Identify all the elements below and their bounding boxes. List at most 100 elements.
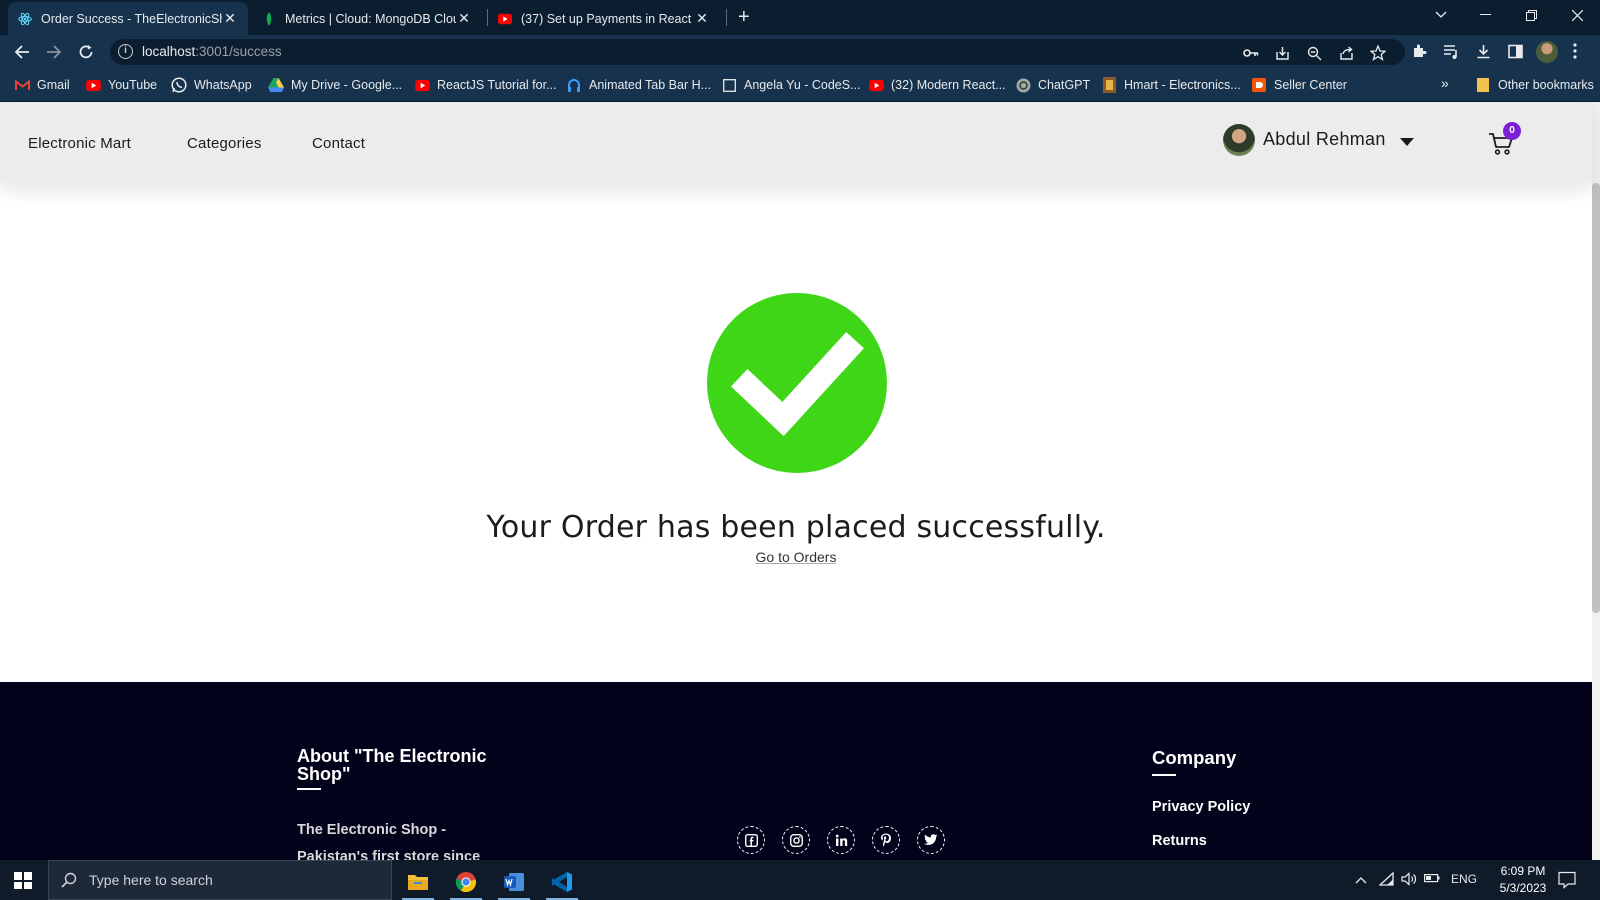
nav-contact[interactable]: Contact: [312, 135, 365, 152]
bookmark-chatgpt[interactable]: ChatGPT: [1015, 77, 1090, 93]
tab-order-success[interactable]: Order Success - TheElectronicShop ✕: [8, 2, 248, 35]
volume-icon[interactable]: [1401, 872, 1417, 889]
bookmark-label: Angela Yu - CodeS...: [744, 78, 861, 92]
extensions-icon[interactable]: [1410, 42, 1428, 60]
bookmark-youtube[interactable]: YouTube: [85, 77, 157, 93]
go-to-orders-link: Go to Orders: [0, 549, 1592, 565]
caret-down-icon[interactable]: [1400, 138, 1414, 146]
restore-icon[interactable]: [1508, 0, 1554, 30]
site-info-icon[interactable]: i: [118, 44, 133, 59]
close-tab-icon[interactable]: ✕: [222, 10, 238, 27]
media-queue-icon[interactable]: [1442, 42, 1460, 60]
tab-title: (37) Set up Payments in React js with St…: [521, 11, 694, 26]
linkedin-icon[interactable]: [827, 826, 855, 854]
order-success-message: Your Order has been placed successfully.: [486, 510, 1106, 545]
reload-icon[interactable]: [76, 42, 96, 62]
system-clock[interactable]: 6:09 PM 5/3/2023: [1493, 863, 1553, 897]
bookmark-label: Other bookmarks: [1498, 78, 1594, 92]
footer-link-privacy-policy[interactable]: Privacy Policy: [1152, 799, 1250, 815]
gmail-icon: [14, 77, 30, 93]
bookmark-modern-react[interactable]: (32) Modern React...: [868, 77, 1006, 93]
url-path: :3001/success: [195, 44, 282, 59]
side-panel-icon[interactable]: [1506, 42, 1524, 60]
new-tab-button[interactable]: +: [738, 6, 750, 29]
page-scrollbar-thumb[interactable]: [1592, 183, 1600, 613]
search-placeholder: Type here to search: [89, 872, 213, 888]
bookmark-seller-center[interactable]: Seller Center: [1251, 77, 1347, 93]
tab-title: Order Success - TheElectronicShop: [41, 11, 222, 26]
google-drive-icon: [268, 77, 284, 93]
chevron-up-icon[interactable]: [1355, 873, 1367, 887]
close-tab-icon[interactable]: ✕: [456, 10, 472, 27]
vscode-icon[interactable]: [542, 864, 582, 900]
bookmark-gmail[interactable]: Gmail: [14, 77, 70, 93]
key-icon[interactable]: [1243, 45, 1259, 61]
youtube-icon: [85, 77, 101, 93]
youtube-icon: [868, 77, 884, 93]
bookmark-label: ChatGPT: [1038, 78, 1091, 92]
footer-link-returns[interactable]: Returns: [1152, 833, 1207, 849]
hmart-icon: [1101, 77, 1117, 93]
site-footer: About "The Electronic Shop" The Electron…: [0, 682, 1592, 860]
downloads-icon[interactable]: [1474, 42, 1492, 60]
windows-start-icon[interactable]: [14, 872, 32, 889]
go-to-orders-link-text[interactable]: Go to Orders: [756, 549, 837, 565]
success-check-icon: [707, 293, 887, 473]
share-icon[interactable]: [1338, 45, 1354, 61]
close-window-icon[interactable]: [1554, 0, 1600, 30]
bookmark-star-icon[interactable]: [1370, 45, 1386, 61]
wifi-icon[interactable]: [1378, 871, 1394, 889]
taskbar-search-box[interactable]: Type here to search: [48, 860, 392, 900]
windows-taskbar: Type here to search ENG 6:09 PM 5/3/2023: [0, 860, 1600, 900]
browser-menu-icon[interactable]: [1566, 42, 1584, 60]
folder-icon: [1475, 77, 1491, 93]
bookmark-angela-yu[interactable]: Angela Yu - CodeS...: [721, 77, 861, 93]
tab-mongodb-metrics[interactable]: Metrics | Cloud: MongoDB Cloud ✕: [252, 2, 482, 35]
install-app-icon[interactable]: [1274, 45, 1290, 61]
bookmark-label: My Drive - Google...: [291, 78, 403, 92]
instagram-icon[interactable]: [782, 826, 810, 854]
bookmarks-bar: Gmail YouTube WhatsApp My Drive - Google…: [0, 69, 1600, 102]
language-indicator[interactable]: ENG: [1451, 872, 1477, 886]
bookmark-reactjs-tutorial[interactable]: ReactJS Tutorial for...: [414, 77, 557, 93]
openai-icon: [1015, 77, 1031, 93]
bookmark-animated-tab-bar[interactable]: Animated Tab Bar H...: [566, 77, 711, 93]
bookmark-google-drive[interactable]: My Drive - Google...: [268, 77, 402, 93]
minimize-icon[interactable]: [1462, 0, 1508, 30]
twitter-icon[interactable]: [917, 826, 945, 854]
close-tab-icon[interactable]: ✕: [694, 10, 710, 27]
bookmark-whatsapp[interactable]: WhatsApp: [171, 77, 252, 93]
company-title-underline: [1152, 774, 1176, 776]
back-icon[interactable]: [12, 42, 32, 62]
browser-toolbar: i localhost:3001/success: [0, 35, 1600, 69]
react-icon: [18, 12, 32, 26]
clock-date: 5/3/2023: [1499, 881, 1547, 895]
footer-about-text: The Electronic Shop - Pakistan's first s…: [297, 822, 481, 860]
url-host: localhost: [142, 44, 196, 59]
url-text: localhost:3001/success: [142, 44, 282, 59]
browser-profile-avatar[interactable]: [1536, 41, 1558, 63]
user-name[interactable]: Abdul Rehman: [1263, 129, 1386, 150]
chrome-icon[interactable]: [446, 864, 486, 900]
clock-time: 6:09 PM: [1500, 864, 1546, 878]
bookmark-hmart[interactable]: Hmart - Electronics...: [1101, 77, 1241, 93]
footer-company-title: Company: [1152, 747, 1237, 768]
zoom-icon[interactable]: [1306, 45, 1322, 61]
user-avatar[interactable]: [1223, 124, 1255, 156]
tab-search-icon[interactable]: [1418, 0, 1464, 30]
search-icon: [61, 872, 77, 888]
other-bookmarks-folder[interactable]: Other bookmarks: [1475, 77, 1594, 93]
facebook-icon[interactable]: [737, 826, 765, 854]
nav-electronic-mart[interactable]: Electronic Mart: [28, 135, 131, 152]
address-bar[interactable]: i localhost:3001/success: [110, 39, 1405, 65]
file-explorer-icon[interactable]: [398, 864, 438, 900]
pinterest-icon[interactable]: [872, 826, 900, 854]
forward-icon[interactable]: [44, 42, 64, 62]
word-icon[interactable]: [494, 864, 534, 900]
headphones-icon: [566, 77, 582, 93]
battery-icon[interactable]: [1424, 872, 1440, 887]
nav-categories[interactable]: Categories: [187, 135, 262, 152]
notification-icon[interactable]: [1558, 871, 1576, 889]
tab-youtube-stripe[interactable]: (37) Set up Payments in React js with St…: [488, 2, 720, 35]
bookmarks-overflow-button[interactable]: »: [1441, 75, 1449, 91]
